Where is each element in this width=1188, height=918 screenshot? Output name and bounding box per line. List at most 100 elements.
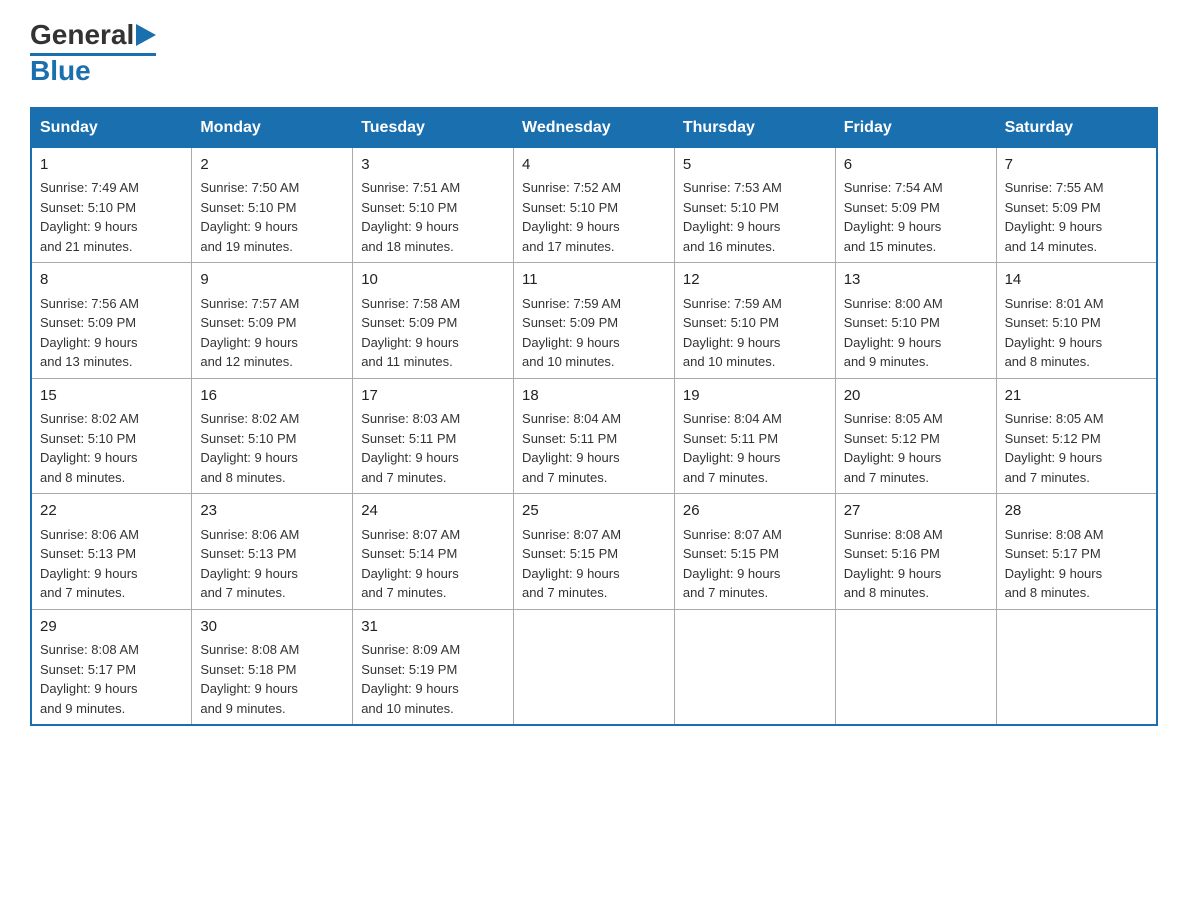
day-info: Sunrise: 7:53 AMSunset: 5:10 PMDaylight:… (683, 180, 782, 254)
calendar-day-cell: 20 Sunrise: 8:05 AMSunset: 5:12 PMDaylig… (835, 378, 996, 494)
day-info: Sunrise: 7:50 AMSunset: 5:10 PMDaylight:… (200, 180, 299, 254)
calendar-day-cell: 3 Sunrise: 7:51 AMSunset: 5:10 PMDayligh… (353, 147, 514, 263)
day-number: 31 (361, 616, 505, 639)
day-info: Sunrise: 8:01 AMSunset: 5:10 PMDaylight:… (1005, 296, 1104, 370)
calendar-day-cell: 11 Sunrise: 7:59 AMSunset: 5:09 PMDaylig… (514, 263, 675, 379)
day-number: 12 (683, 269, 827, 292)
day-number: 28 (1005, 500, 1148, 523)
weekday-header-monday: Monday (192, 108, 353, 148)
calendar-week-row: 8 Sunrise: 7:56 AMSunset: 5:09 PMDayligh… (31, 263, 1157, 379)
day-number: 21 (1005, 385, 1148, 408)
day-number: 22 (40, 500, 183, 523)
calendar-week-row: 1 Sunrise: 7:49 AMSunset: 5:10 PMDayligh… (31, 147, 1157, 263)
day-info: Sunrise: 8:09 AMSunset: 5:19 PMDaylight:… (361, 642, 460, 716)
day-info: Sunrise: 8:03 AMSunset: 5:11 PMDaylight:… (361, 411, 460, 485)
calendar-day-cell: 29 Sunrise: 8:08 AMSunset: 5:17 PMDaylig… (31, 609, 192, 725)
calendar-day-cell: 24 Sunrise: 8:07 AMSunset: 5:14 PMDaylig… (353, 494, 514, 610)
calendar-day-cell: 14 Sunrise: 8:01 AMSunset: 5:10 PMDaylig… (996, 263, 1157, 379)
calendar-day-cell: 13 Sunrise: 8:00 AMSunset: 5:10 PMDaylig… (835, 263, 996, 379)
calendar-day-cell (835, 609, 996, 725)
weekday-header-wednesday: Wednesday (514, 108, 675, 148)
day-number: 26 (683, 500, 827, 523)
day-info: Sunrise: 8:08 AMSunset: 5:18 PMDaylight:… (200, 642, 299, 716)
calendar-day-cell: 6 Sunrise: 7:54 AMSunset: 5:09 PMDayligh… (835, 147, 996, 263)
calendar-day-cell: 15 Sunrise: 8:02 AMSunset: 5:10 PMDaylig… (31, 378, 192, 494)
day-info: Sunrise: 8:07 AMSunset: 5:15 PMDaylight:… (522, 527, 621, 601)
calendar-week-row: 15 Sunrise: 8:02 AMSunset: 5:10 PMDaylig… (31, 378, 1157, 494)
calendar-day-cell: 26 Sunrise: 8:07 AMSunset: 5:15 PMDaylig… (674, 494, 835, 610)
logo-blue: Blue (30, 56, 156, 87)
weekday-header-friday: Friday (835, 108, 996, 148)
day-info: Sunrise: 8:07 AMSunset: 5:14 PMDaylight:… (361, 527, 460, 601)
calendar-header: SundayMondayTuesdayWednesdayThursdayFrid… (31, 108, 1157, 148)
calendar-day-cell: 8 Sunrise: 7:56 AMSunset: 5:09 PMDayligh… (31, 263, 192, 379)
calendar-day-cell: 10 Sunrise: 7:58 AMSunset: 5:09 PMDaylig… (353, 263, 514, 379)
calendar-day-cell: 5 Sunrise: 7:53 AMSunset: 5:10 PMDayligh… (674, 147, 835, 263)
day-info: Sunrise: 7:58 AMSunset: 5:09 PMDaylight:… (361, 296, 460, 370)
day-info: Sunrise: 7:55 AMSunset: 5:09 PMDaylight:… (1005, 180, 1104, 254)
day-info: Sunrise: 8:06 AMSunset: 5:13 PMDaylight:… (200, 527, 299, 601)
calendar-day-cell: 1 Sunrise: 7:49 AMSunset: 5:10 PMDayligh… (31, 147, 192, 263)
logo-arrow-icon (136, 24, 156, 46)
calendar-day-cell: 12 Sunrise: 7:59 AMSunset: 5:10 PMDaylig… (674, 263, 835, 379)
weekday-header-tuesday: Tuesday (353, 108, 514, 148)
calendar-day-cell: 30 Sunrise: 8:08 AMSunset: 5:18 PMDaylig… (192, 609, 353, 725)
day-info: Sunrise: 7:49 AMSunset: 5:10 PMDaylight:… (40, 180, 139, 254)
calendar-day-cell: 28 Sunrise: 8:08 AMSunset: 5:17 PMDaylig… (996, 494, 1157, 610)
calendar-day-cell: 18 Sunrise: 8:04 AMSunset: 5:11 PMDaylig… (514, 378, 675, 494)
day-info: Sunrise: 7:59 AMSunset: 5:09 PMDaylight:… (522, 296, 621, 370)
day-info: Sunrise: 7:51 AMSunset: 5:10 PMDaylight:… (361, 180, 460, 254)
day-info: Sunrise: 8:02 AMSunset: 5:10 PMDaylight:… (40, 411, 139, 485)
day-number: 10 (361, 269, 505, 292)
day-number: 25 (522, 500, 666, 523)
calendar-day-cell (996, 609, 1157, 725)
day-number: 3 (361, 154, 505, 177)
calendar-day-cell: 19 Sunrise: 8:04 AMSunset: 5:11 PMDaylig… (674, 378, 835, 494)
calendar-day-cell: 31 Sunrise: 8:09 AMSunset: 5:19 PMDaylig… (353, 609, 514, 725)
day-info: Sunrise: 8:08 AMSunset: 5:17 PMDaylight:… (40, 642, 139, 716)
day-number: 13 (844, 269, 988, 292)
day-number: 14 (1005, 269, 1148, 292)
day-number: 7 (1005, 154, 1148, 177)
calendar-day-cell: 4 Sunrise: 7:52 AMSunset: 5:10 PMDayligh… (514, 147, 675, 263)
day-info: Sunrise: 8:05 AMSunset: 5:12 PMDaylight:… (844, 411, 943, 485)
calendar-day-cell: 25 Sunrise: 8:07 AMSunset: 5:15 PMDaylig… (514, 494, 675, 610)
day-number: 17 (361, 385, 505, 408)
day-number: 6 (844, 154, 988, 177)
calendar-day-cell: 21 Sunrise: 8:05 AMSunset: 5:12 PMDaylig… (996, 378, 1157, 494)
day-info: Sunrise: 7:56 AMSunset: 5:09 PMDaylight:… (40, 296, 139, 370)
day-number: 23 (200, 500, 344, 523)
day-info: Sunrise: 8:06 AMSunset: 5:13 PMDaylight:… (40, 527, 139, 601)
calendar-day-cell: 23 Sunrise: 8:06 AMSunset: 5:13 PMDaylig… (192, 494, 353, 610)
day-info: Sunrise: 8:08 AMSunset: 5:17 PMDaylight:… (1005, 527, 1104, 601)
logo-image: General Blue (30, 20, 156, 87)
calendar-week-row: 29 Sunrise: 8:08 AMSunset: 5:17 PMDaylig… (31, 609, 1157, 725)
day-info: Sunrise: 8:00 AMSunset: 5:10 PMDaylight:… (844, 296, 943, 370)
day-info: Sunrise: 7:52 AMSunset: 5:10 PMDaylight:… (522, 180, 621, 254)
day-number: 29 (40, 616, 183, 639)
calendar-week-row: 22 Sunrise: 8:06 AMSunset: 5:13 PMDaylig… (31, 494, 1157, 610)
day-number: 15 (40, 385, 183, 408)
weekday-header-row: SundayMondayTuesdayWednesdayThursdayFrid… (31, 108, 1157, 148)
day-info: Sunrise: 7:59 AMSunset: 5:10 PMDaylight:… (683, 296, 782, 370)
day-number: 8 (40, 269, 183, 292)
weekday-header-thursday: Thursday (674, 108, 835, 148)
page-header: General Blue (30, 20, 1158, 87)
calendar-day-cell: 7 Sunrise: 7:55 AMSunset: 5:09 PMDayligh… (996, 147, 1157, 263)
day-info: Sunrise: 8:04 AMSunset: 5:11 PMDaylight:… (522, 411, 621, 485)
calendar-day-cell (514, 609, 675, 725)
day-info: Sunrise: 8:08 AMSunset: 5:16 PMDaylight:… (844, 527, 943, 601)
day-number: 5 (683, 154, 827, 177)
day-info: Sunrise: 7:57 AMSunset: 5:09 PMDaylight:… (200, 296, 299, 370)
calendar-body: 1 Sunrise: 7:49 AMSunset: 5:10 PMDayligh… (31, 147, 1157, 725)
calendar-day-cell (674, 609, 835, 725)
calendar-day-cell: 22 Sunrise: 8:06 AMSunset: 5:13 PMDaylig… (31, 494, 192, 610)
weekday-header-sunday: Sunday (31, 108, 192, 148)
day-info: Sunrise: 8:02 AMSunset: 5:10 PMDaylight:… (200, 411, 299, 485)
logo: General Blue (30, 20, 156, 87)
logo-container: General Blue (30, 20, 156, 87)
calendar-day-cell: 16 Sunrise: 8:02 AMSunset: 5:10 PMDaylig… (192, 378, 353, 494)
day-number: 19 (683, 385, 827, 408)
day-number: 24 (361, 500, 505, 523)
day-number: 11 (522, 269, 666, 292)
